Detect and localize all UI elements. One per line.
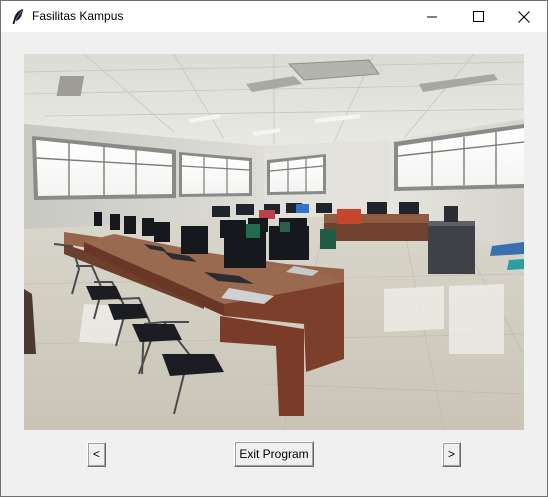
title-bar[interactable]: Fasilitas Kampus [1, 1, 547, 32]
close-icon [518, 11, 530, 23]
maximize-icon [473, 11, 484, 22]
previous-button[interactable]: < [87, 442, 106, 467]
close-button[interactable] [501, 1, 547, 32]
minimize-icon [427, 16, 437, 18]
computer-lab-photo [24, 54, 524, 430]
maximize-button[interactable] [455, 1, 501, 32]
exit-program-button[interactable]: Exit Program [234, 441, 314, 467]
minimize-button[interactable] [409, 1, 455, 32]
app-window: Fasilitas Kampus < Exit Program > [0, 0, 548, 497]
next-button[interactable]: > [442, 442, 461, 467]
feather-icon [10, 8, 26, 25]
window-title: Fasilitas Kampus [32, 9, 124, 23]
